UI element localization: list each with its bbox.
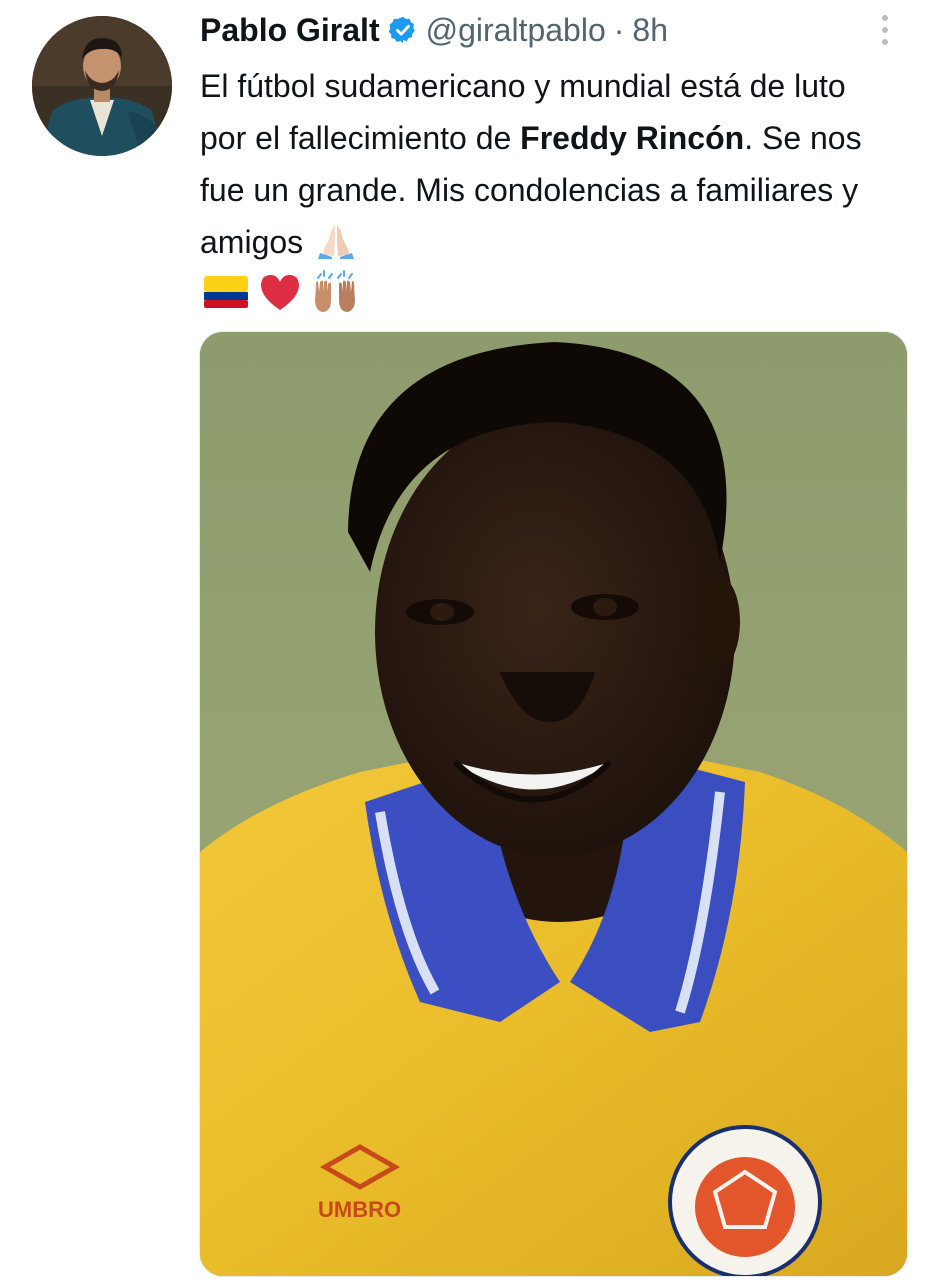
- player-photo: UMBRO: [200, 332, 907, 1276]
- tweet-media-photo[interactable]: UMBRO: [199, 331, 908, 1277]
- separator-dot: ·: [613, 11, 625, 48]
- more-dot: [882, 27, 888, 33]
- display-name[interactable]: Pablo Giralt: [200, 12, 380, 49]
- more-dot: [882, 39, 888, 45]
- verified-badge-icon: [388, 15, 418, 45]
- tweet-header: Pablo Giralt @giraltpablo · 8h: [200, 8, 877, 52]
- umbro-logo-text: UMBRO: [318, 1197, 401, 1222]
- more-options-icon[interactable]: [873, 10, 897, 50]
- user-handle[interactable]: @giraltpablo: [426, 12, 606, 49]
- timestamp[interactable]: 8h: [632, 12, 668, 49]
- tweet-text-bold-name[interactable]: Freddy Rincón: [520, 120, 744, 156]
- folded-hands-icon: [316, 223, 356, 259]
- tweet-card: Pablo Giralt @giraltpablo · 8h El fútbol…: [0, 0, 937, 1280]
- avatar[interactable]: [32, 16, 172, 156]
- red-heart-icon: [258, 272, 302, 312]
- more-dot: [882, 15, 888, 21]
- tweet-text: El fútbol sudamericano y mundial está de…: [200, 60, 900, 268]
- emoji-line: [200, 268, 358, 316]
- colombia-flag-icon: [204, 276, 248, 308]
- profile-photo: [32, 16, 172, 156]
- raising-hands-icon: [312, 270, 358, 314]
